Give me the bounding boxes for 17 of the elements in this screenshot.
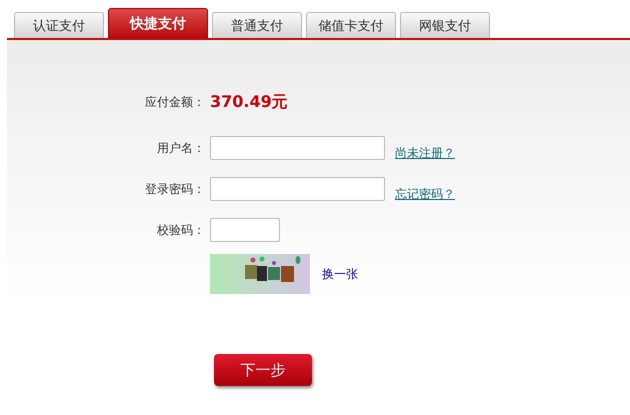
field-label: 用户名： bbox=[156, 140, 205, 156]
input-field[interactable] bbox=[210, 136, 385, 160]
payment-tab[interactable]: 普通支付 bbox=[212, 12, 302, 38]
payment-tab[interactable]: 快捷支付 bbox=[108, 8, 208, 38]
refresh-captcha-link[interactable]: 换一张 bbox=[322, 266, 358, 282]
amount-value: 370.49元 bbox=[210, 92, 288, 112]
payment-tab[interactable]: 认证支付 bbox=[14, 12, 104, 38]
help-link[interactable]: 尚未注册？ bbox=[395, 144, 455, 162]
input-field[interactable] bbox=[210, 177, 385, 201]
payment-tab[interactable]: 网银支付 bbox=[400, 12, 490, 38]
next-step-button[interactable]: 下一步 bbox=[214, 354, 312, 386]
amount-label: 应付金额： bbox=[144, 94, 205, 110]
input-field[interactable] bbox=[210, 218, 280, 242]
field-label: 登录密码： bbox=[144, 180, 205, 198]
help-link[interactable]: 忘记密码？ bbox=[395, 186, 455, 202]
payment-tab[interactable]: 储值卡支付 bbox=[306, 12, 396, 38]
field-label: 校验码： bbox=[156, 222, 205, 238]
